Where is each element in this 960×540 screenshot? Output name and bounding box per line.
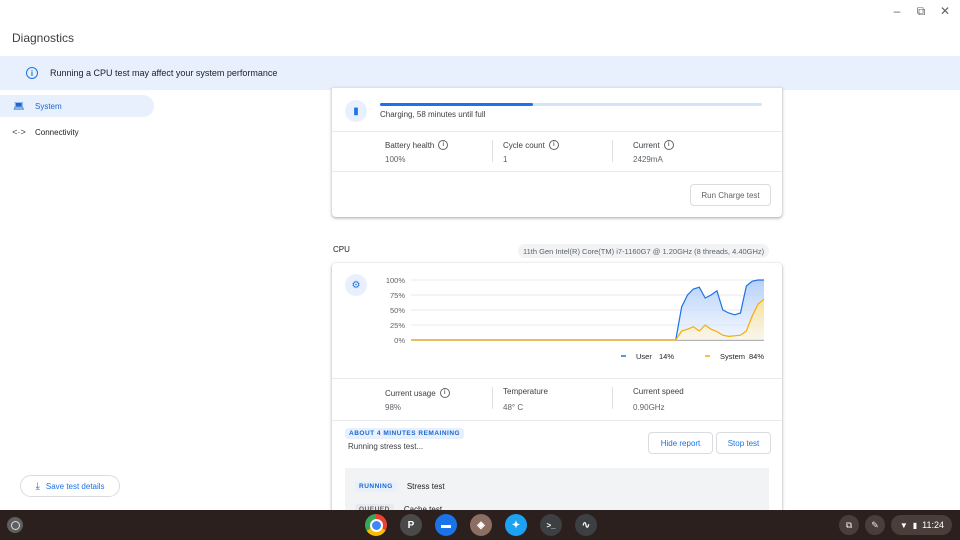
diagnostics-icon[interactable]: ∿ — [575, 514, 597, 536]
performance-banner: i Running a CPU test may affect your sys… — [0, 56, 960, 90]
temperature-value: 48° C — [503, 403, 524, 412]
divider — [492, 387, 493, 409]
shelf-apps: P ▬ ◈ ✦ >_ ∿ — [365, 514, 597, 536]
wifi-icon: ▼ — [899, 520, 908, 530]
info-icon[interactable]: i — [438, 140, 449, 150]
battery-card: ▮ Charging, 58 minutes until full Batter… — [332, 88, 782, 217]
legend-label: User — [636, 352, 652, 361]
divider — [332, 131, 782, 132]
cycle-count-value: 1 — [503, 155, 508, 164]
sidebar-item-label: System — [35, 101, 62, 111]
y-tick-label: 0% — [394, 336, 405, 345]
info-icon[interactable]: i — [548, 140, 559, 150]
charge-progress-track — [380, 103, 762, 106]
divider — [612, 140, 613, 162]
info-icon[interactable]: i — [439, 388, 450, 398]
close-icon[interactable]: ✕ — [938, 4, 952, 19]
battery-health-value: 100% — [385, 155, 406, 164]
clock: 11:24 — [922, 520, 944, 530]
app-orange-icon[interactable]: ◈ — [470, 514, 492, 536]
charging-status: Charging, 58 minutes until full — [380, 110, 486, 119]
current-speed-value: 0.90GHz — [633, 403, 665, 412]
routine-name: Stress test — [406, 482, 445, 491]
stylus-icon[interactable]: ✎ — [865, 515, 885, 535]
battery-icon: ▮ — [345, 100, 367, 122]
overview-icon[interactable]: ⧉ — [839, 515, 859, 535]
battery-tray-icon: ▮ — [912, 520, 918, 530]
banner-text: Running a CPU test may affect your syste… — [50, 68, 278, 78]
battery-health-text: Battery health — [385, 140, 435, 150]
current-usage-text: Current usage — [385, 388, 436, 398]
current-speed-label: Current speed — [633, 387, 684, 396]
chrome-icon[interactable] — [365, 514, 387, 536]
current-value: 2429mA — [633, 155, 663, 164]
cycle-count-label: Cycle count i — [503, 140, 559, 150]
app-title: Diagnostics — [12, 31, 75, 45]
routine-status-badge: RUNNING — [355, 481, 397, 492]
battery-health-label: Battery health i — [385, 140, 449, 150]
legend-value: 14% — [659, 352, 674, 361]
connectivity-icon: <·> — [12, 127, 26, 137]
sidebar-item-connectivity[interactable]: <·> Connectivity — [0, 121, 154, 143]
status-tray[interactable]: ▼ ▮ 11:24 — [891, 515, 952, 535]
y-tick-label: 100% — [386, 276, 406, 285]
cpu-usage-chart: 100% 75% 50% 25% 0% User 14% System 84% — [386, 276, 765, 361]
info-icon[interactable]: i — [663, 140, 674, 150]
hide-report-button[interactable]: Hide report — [648, 432, 713, 454]
laptop-icon: 💻︎ — [13, 100, 25, 111]
sidebar-item-label: Connectivity — [35, 127, 79, 137]
stop-test-button[interactable]: Stop test — [716, 432, 771, 454]
charge-progress-fill — [380, 103, 533, 106]
routine-row: RUNNING Stress test — [355, 481, 445, 492]
window-controls: – ⧉ ✕ — [890, 4, 952, 19]
stress-status-text: Running stress test... — [348, 442, 424, 451]
current-usage-value: 98% — [385, 403, 402, 412]
files-icon[interactable]: ▬ — [435, 514, 457, 536]
divider — [332, 378, 782, 379]
minimize-icon[interactable]: – — [890, 4, 904, 19]
cpu-model-chip: 11th Gen Intel(R) Core(TM) i7-1160G7 @ 1… — [518, 244, 770, 258]
legend-label: System — [720, 352, 745, 361]
p-app-icon[interactable]: P — [400, 514, 422, 536]
sidebar-item-system[interactable]: 💻︎ System — [0, 95, 154, 117]
divider — [612, 387, 613, 409]
y-tick-label: 50% — [390, 306, 405, 315]
divider — [332, 171, 782, 172]
current-usage-label: Current usage i — [385, 388, 450, 398]
y-tick-label: 25% — [390, 321, 405, 330]
cycle-count-text: Cycle count — [503, 140, 545, 150]
run-charge-test-button[interactable]: Run Charge test — [690, 184, 771, 206]
temperature-label: Temperature — [503, 387, 548, 396]
cpu-card: ⚙ 100% 75% 50% 25% 0% User 14% System 84% Curren… — [332, 263, 782, 528]
time-remaining-chip: ABOUT 4 MINUTES REMAINING — [345, 428, 465, 439]
y-tick-label: 75% — [390, 291, 405, 300]
cpu-section-label: CPU — [333, 245, 350, 254]
launcher-button[interactable] — [7, 517, 23, 533]
current-text: Current — [633, 140, 660, 150]
legend-value: 84% — [749, 352, 764, 361]
download-icon: ⤓ — [35, 480, 40, 492]
save-button-label: Save test details — [45, 481, 105, 491]
current-label: Current i — [633, 140, 674, 150]
info-icon: i — [26, 67, 38, 79]
twitter-icon[interactable]: ✦ — [505, 514, 527, 536]
divider — [332, 420, 782, 421]
terminal-icon[interactable]: >_ — [540, 514, 562, 536]
divider — [492, 140, 493, 162]
save-test-details-button[interactable]: ⤓ Save test details — [20, 475, 120, 497]
restore-icon[interactable]: ⧉ — [914, 4, 928, 19]
